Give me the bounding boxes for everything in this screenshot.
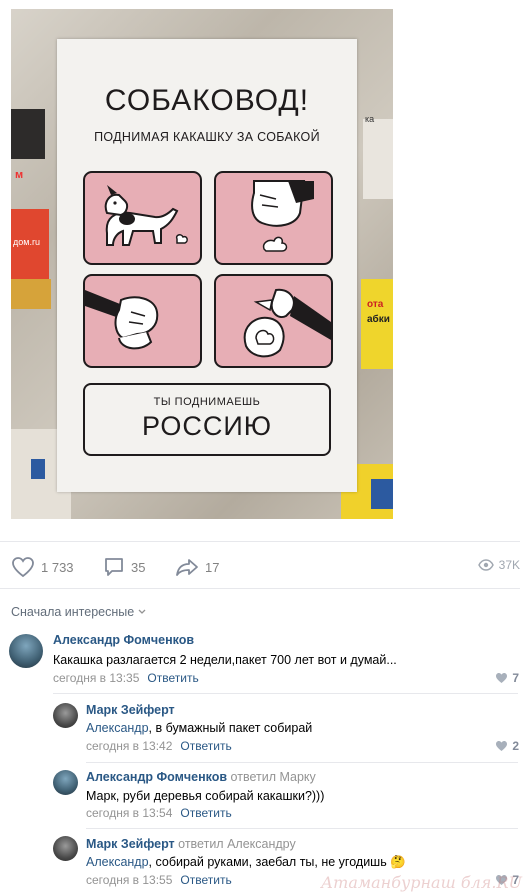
poster-bottom-small: ТЫ ПОДНИМАЕШЬ <box>153 396 261 408</box>
divider <box>86 828 518 829</box>
panel-bag <box>214 171 333 265</box>
divider <box>53 693 518 694</box>
views-count: 37K <box>498 558 520 572</box>
sort-label: Сначала интересные <box>11 605 135 619</box>
wall-text: ота <box>367 299 384 310</box>
shares-count: 17 <box>205 559 220 575</box>
comment-meta: сегодня в 13:35 Ответить <box>53 671 199 685</box>
avatar[interactable] <box>9 634 43 668</box>
wall-text: дом.ru <box>13 237 40 247</box>
wall-scrap <box>11 109 45 159</box>
share-icon <box>176 559 198 576</box>
author-name[interactable]: Александр Фомченков <box>86 770 227 784</box>
comment-time[interactable]: сегодня в 13:55 <box>86 873 172 887</box>
comment-meta: сегодня в 13:55 Ответить <box>86 873 232 887</box>
hand-grab-icon <box>85 290 159 350</box>
author-name[interactable]: Марк Зейферт <box>86 837 175 851</box>
comment-body: , собирай руками, заебал ты, не угодишь … <box>148 855 406 869</box>
wall-text: абки <box>367 314 390 325</box>
comments-count: 35 <box>131 559 146 575</box>
poster-subtitle: ПОДНИМАЯ КАКАШКУ ЗА СОБАКОЙ <box>94 130 320 144</box>
panel-dog <box>83 171 202 265</box>
comment-likes-count: 7 <box>512 671 519 685</box>
mention-link[interactable]: Александр <box>86 721 149 735</box>
heart-icon <box>496 741 508 751</box>
wall-scrap <box>371 479 393 509</box>
sort-dropdown[interactable]: Сначала интересные <box>11 605 146 619</box>
comment-text: Марк, руби деревья собирай какашки?))) <box>86 789 325 803</box>
dog-pooping-icon <box>104 185 188 246</box>
avatar[interactable] <box>53 703 78 728</box>
heart-icon <box>496 673 508 683</box>
comment-body: , в бумажный пакет собирай <box>148 721 313 735</box>
wall-scrap <box>31 459 45 479</box>
views-counter: 37K <box>477 558 520 572</box>
panel-tie <box>214 274 333 368</box>
comment-button[interactable]: 35 <box>103 556 145 578</box>
share-button[interactable]: 17 <box>175 556 219 578</box>
reply-button[interactable]: Ответить <box>180 806 231 820</box>
heart-icon <box>12 557 34 578</box>
divider <box>86 762 518 763</box>
poster-bottom-big: РОССИЮ <box>141 411 273 441</box>
comment-author[interactable]: Александр Фомченков <box>53 633 194 647</box>
wall-text: ка <box>365 114 375 124</box>
avatar[interactable] <box>53 836 78 861</box>
eye-icon <box>477 559 494 571</box>
reply-button[interactable]: Ответить <box>147 671 198 685</box>
avatar[interactable] <box>53 770 78 795</box>
like-button[interactable]: 1 733 <box>11 556 74 578</box>
reply-button[interactable]: Ответить <box>180 873 231 887</box>
replied-to[interactable]: ответил Александру <box>178 837 296 851</box>
comment-time[interactable]: сегодня в 13:35 <box>53 671 139 685</box>
comment-meta: сегодня в 13:54 Ответить <box>86 806 232 820</box>
tied-bag-icon <box>243 288 331 358</box>
panel-grab <box>83 274 202 368</box>
comment-likes-count: 2 <box>512 739 519 753</box>
divider <box>0 541 520 542</box>
comment-icon <box>105 558 123 576</box>
comment-like-button[interactable]: 7 <box>495 671 519 685</box>
comment-time[interactable]: сегодня в 13:42 <box>86 739 172 753</box>
replied-to[interactable]: ответил Марку <box>231 770 316 784</box>
post-photo[interactable]: дом.ru ка м ота абки СОБАКОВОД! ПОДНИМАЯ… <box>11 9 393 519</box>
comment-author[interactable]: Марк Зейферт ответил Александру <box>86 837 296 851</box>
bag-hand-icon <box>251 180 314 252</box>
author-name[interactable]: Александр Фомченков <box>53 633 194 647</box>
comment-author[interactable]: Марк Зейферт <box>86 703 175 717</box>
wall-scrap <box>363 119 393 199</box>
comment-text: Какашка разлагается 2 недели,пакет 700 л… <box>53 653 397 667</box>
divider <box>0 588 520 589</box>
chevron-down-icon <box>138 609 146 614</box>
comment-like-button[interactable]: 2 <box>495 739 519 753</box>
wall-text: м <box>15 169 24 181</box>
poster: СОБАКОВОД! ПОДНИМАЯ КАКАШКУ ЗА СОБАКОЙ Т… <box>57 39 357 492</box>
author-name[interactable]: Марк Зейферт <box>86 703 175 717</box>
poster-bottom-box: ТЫ ПОДНИМАЕШЬ РОССИЮ <box>83 383 331 456</box>
reply-button[interactable]: Ответить <box>180 739 231 753</box>
likes-count: 1 733 <box>41 559 74 575</box>
comment-time[interactable]: сегодня в 13:54 <box>86 806 172 820</box>
wall-scrap <box>11 279 51 309</box>
poster-title: СОБАКОВОД! <box>104 84 310 117</box>
mention-link[interactable]: Александр <box>86 855 149 869</box>
comment-author[interactable]: Александр Фомченков ответил Марку <box>86 770 316 784</box>
comment-text: Александр, собирай руками, заебал ты, не… <box>86 855 406 870</box>
comment-text: Александр, в бумажный пакет собирай <box>86 721 312 735</box>
comment-meta: сегодня в 13:42 Ответить <box>86 739 232 753</box>
watermark: Атаманбурнаш бля.RU <box>321 873 522 892</box>
